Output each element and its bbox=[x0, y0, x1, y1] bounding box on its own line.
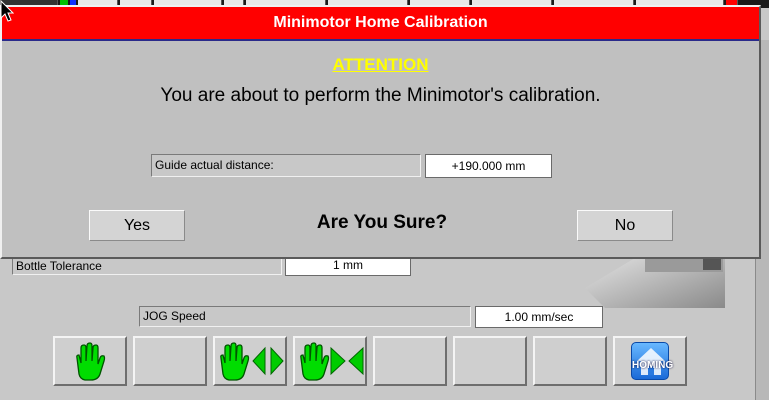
jog-speed-value[interactable]: 1.00 mm/sec bbox=[475, 306, 603, 328]
converging-arrow-icon bbox=[330, 346, 364, 376]
toolbar-empty-button[interactable] bbox=[373, 336, 447, 386]
double-arrow-icon bbox=[252, 346, 284, 376]
homing-label: HOMING bbox=[632, 360, 674, 371]
calibration-dialog: Minimotor Home Calibration ATTENTION You… bbox=[0, 5, 761, 259]
mouse-cursor-icon bbox=[0, 0, 14, 22]
attention-heading: ATTENTION bbox=[332, 55, 429, 74]
jog-speed-label: JOG Speed bbox=[139, 306, 471, 327]
bottle-tolerance-value[interactable]: 1 mm bbox=[285, 256, 411, 276]
homing-button[interactable]: HOMING bbox=[613, 336, 687, 386]
jog-both-button[interactable] bbox=[213, 336, 287, 386]
green-hand-icon bbox=[300, 342, 330, 381]
toolbar-empty-button[interactable] bbox=[533, 336, 607, 386]
guide-distance-value: +190.000 mm bbox=[425, 154, 552, 178]
bottle-tolerance-label: Bottle Tolerance bbox=[12, 257, 282, 275]
dialog-title: Minimotor Home Calibration bbox=[2, 7, 759, 39]
no-button[interactable]: No bbox=[577, 210, 673, 241]
toolbar-empty-button[interactable] bbox=[133, 336, 207, 386]
jog-forward-button[interactable] bbox=[293, 336, 367, 386]
green-hand-icon bbox=[220, 342, 250, 381]
guide-distance-label: Guide actual distance: bbox=[151, 154, 421, 177]
title-divider bbox=[2, 39, 759, 41]
yes-button[interactable]: Yes bbox=[89, 210, 185, 241]
green-hand-icon bbox=[76, 342, 106, 381]
confirm-question: Are You Sure? bbox=[316, 212, 448, 233]
toolbar-empty-button[interactable] bbox=[453, 336, 527, 386]
home-icon: HOMING bbox=[631, 342, 674, 380]
calibration-message: You are about to perform the Minimotor's… bbox=[160, 85, 601, 106]
manual-stop-button[interactable] bbox=[53, 336, 127, 386]
